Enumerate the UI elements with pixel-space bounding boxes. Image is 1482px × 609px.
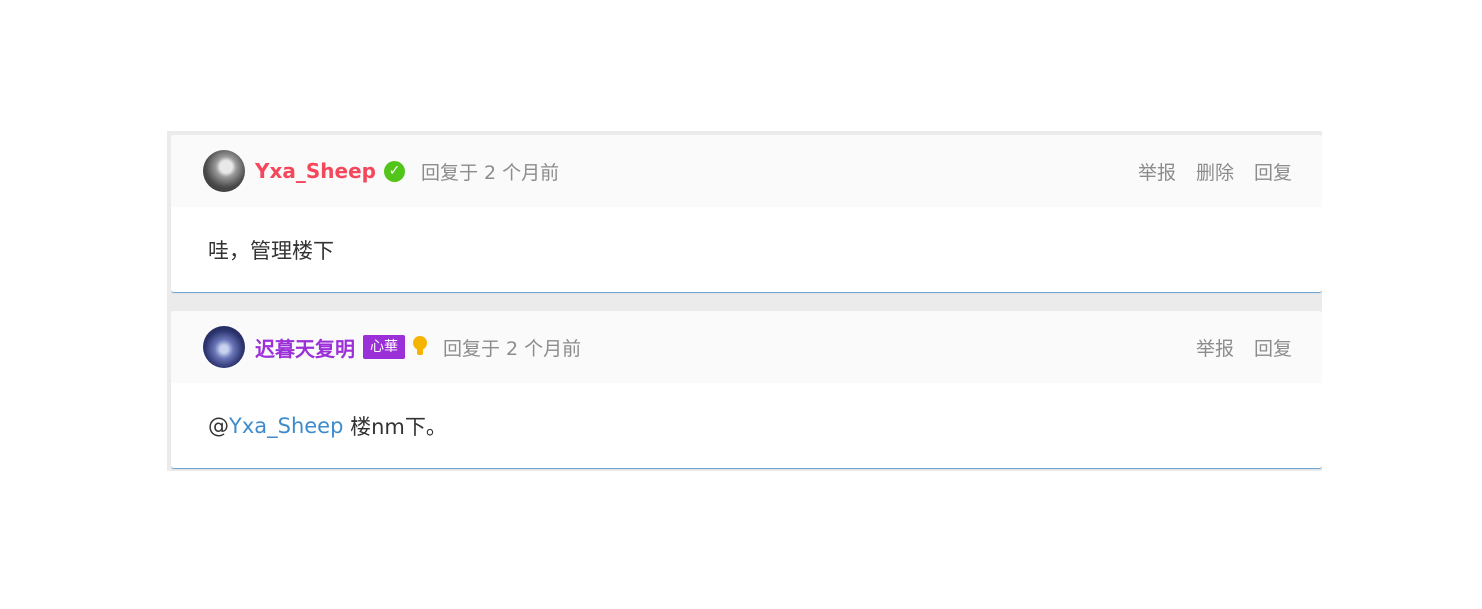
avatar[interactable] — [203, 326, 245, 368]
reply-button[interactable]: 回复 — [1254, 334, 1292, 361]
comment-actions: 举报 删除 回复 — [1138, 135, 1292, 207]
comment-text: 楼nm下。 — [343, 414, 447, 439]
report-button[interactable]: 举报 — [1138, 158, 1176, 185]
report-button[interactable]: 举报 — [1196, 334, 1234, 361]
comment-time: 回复于 2 个月前 — [420, 161, 560, 184]
avatar[interactable] — [203, 150, 245, 192]
comment-header: Yxa_Sheep ✓ 回复于 2 个月前 举报 删除 回复 — [171, 135, 1322, 207]
comment-list: Yxa_Sheep ✓ 回复于 2 个月前 举报 删除 回复 哇，管理楼下 迟暮… — [167, 131, 1322, 471]
username-link[interactable]: 迟暮天复明 — [255, 333, 355, 362]
comment-header: 迟暮天复明 心華 回复于 2 个月前 举报 回复 — [171, 311, 1322, 383]
verified-check-icon: ✓ — [383, 160, 405, 182]
username-link[interactable]: Yxa_Sheep — [255, 159, 376, 183]
comment-card: 迟暮天复明 心華 回复于 2 个月前 举报 回复 @ Yxa_Sheep 楼nm下… — [171, 311, 1322, 469]
reply-button[interactable]: 回复 — [1254, 158, 1292, 185]
comment-body: @ Yxa_Sheep 楼nm下。 — [208, 383, 447, 468]
delete-button[interactable]: 删除 — [1196, 158, 1234, 185]
lightbulb-icon — [413, 336, 427, 358]
comment-meta: Yxa_Sheep ✓ 回复于 2 个月前 — [255, 135, 559, 207]
mention-prefix: @ — [208, 413, 229, 438]
user-badge: 心華 — [363, 335, 405, 359]
comment-body: 哇，管理楼下 — [208, 238, 334, 263]
comment-card: Yxa_Sheep ✓ 回复于 2 个月前 举报 删除 回复 哇，管理楼下 — [171, 135, 1322, 293]
comment-time: 回复于 2 个月前 — [443, 337, 582, 360]
mention-link[interactable]: Yxa_Sheep — [229, 414, 343, 438]
comment-actions: 举报 回复 — [1196, 311, 1292, 383]
comment-meta: 迟暮天复明 心華 回复于 2 个月前 — [255, 311, 581, 383]
